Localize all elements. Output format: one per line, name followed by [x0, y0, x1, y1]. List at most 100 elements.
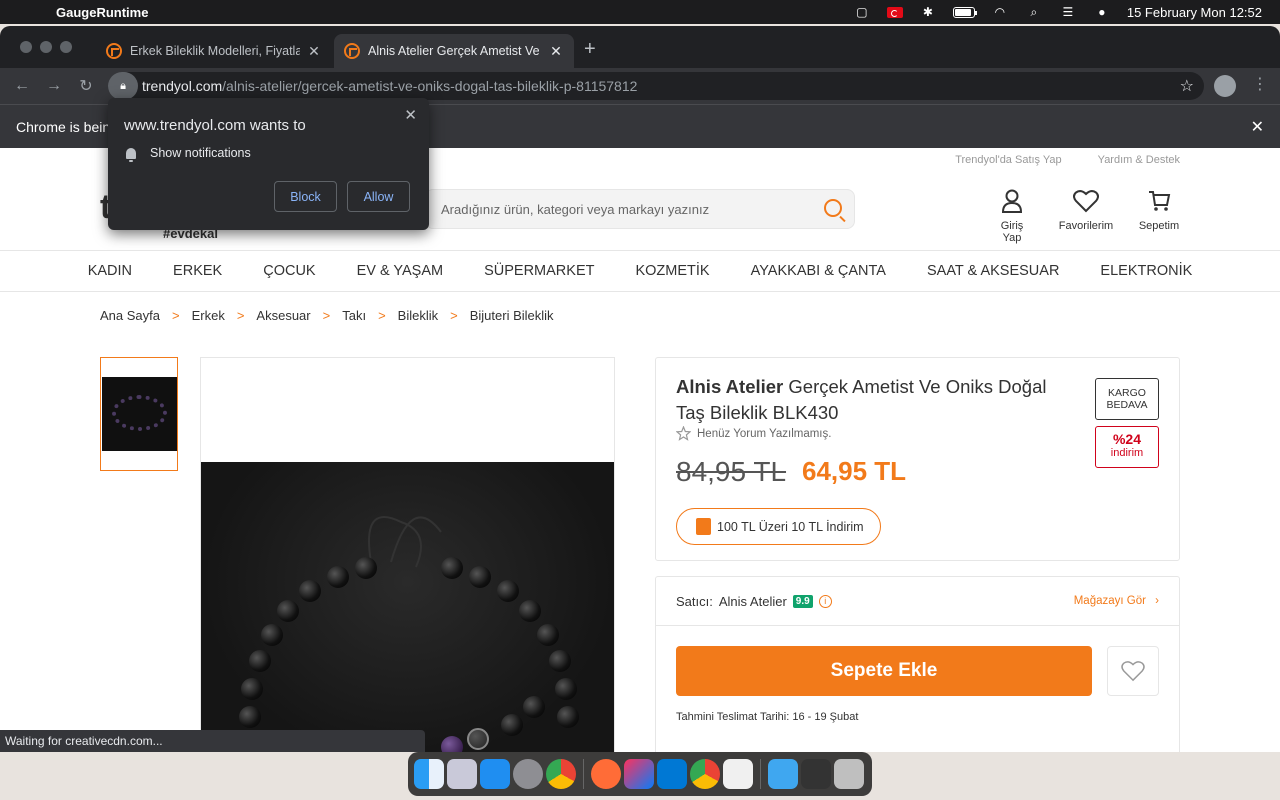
chrome-menu-icon[interactable]: ⋮ [1252, 74, 1268, 94]
wifi-icon[interactable]: ◠ [991, 5, 1009, 19]
category-kozmetik[interactable]: KOZMETİK [635, 263, 709, 279]
category-ayakkabi-canta[interactable]: AYAKKABI & ÇANTA [751, 263, 886, 279]
close-tab-icon[interactable]: ✕ [548, 43, 564, 60]
review-summary[interactable]: Henüz Yorum Yazılmamış. [676, 426, 831, 441]
close-window-button[interactable] [20, 41, 32, 53]
sale-price: 64,95 TL [802, 456, 907, 486]
search-input[interactable]: Aradığınız ürün, kategori veya markayı y… [425, 189, 855, 229]
seller-box: Satıcı: Alnis Atelier 9.9 i Mağazayı Gör… [655, 576, 1180, 752]
block-button[interactable]: Block [274, 181, 337, 212]
spotlight-search-icon[interactable]: ⌕ [1025, 5, 1043, 19]
close-popup-icon[interactable]: ✕ [404, 106, 417, 124]
chrome-icon[interactable] [546, 759, 576, 789]
battery-icon[interactable] [952, 6, 977, 18]
sell-on-trendyol-link[interactable]: Trendyol'da Satış Yap [955, 154, 1061, 166]
vscode-icon[interactable] [657, 759, 687, 789]
active-app-name[interactable]: GaugeRuntime [56, 5, 148, 20]
dock-separator [583, 759, 584, 789]
product-main-image[interactable] [200, 357, 615, 752]
free-shipping-line1: KARGO [1108, 387, 1146, 399]
info-icon[interactable]: i [818, 594, 832, 608]
breadcrumb: Ana Sayfa > Erkek > Aksesuar > Takı > Bi… [100, 308, 554, 323]
intellij-icon[interactable] [624, 759, 654, 789]
breadcrumb-item[interactable]: Bileklik [398, 308, 438, 323]
seller-score-badge: 9.9 [792, 594, 813, 608]
breadcrumb-item[interactable]: Takı [342, 308, 366, 323]
minimize-window-button[interactable] [40, 41, 52, 53]
seller-label: Satıcı: [676, 593, 713, 609]
user-icon [990, 188, 1034, 214]
category-cocuk[interactable]: ÇOCUK [263, 263, 315, 279]
login-action[interactable]: Giriş Yap [990, 188, 1034, 244]
search-placeholder: Aradığınız ürün, kategori veya markayı y… [441, 201, 710, 217]
favorites-action[interactable]: Favorilerim [1056, 188, 1116, 232]
cart-action[interactable]: Sepetim [1136, 188, 1182, 232]
category-elektronik[interactable]: ELEKTRONİK [1100, 263, 1192, 279]
downloads-folder-icon[interactable] [768, 759, 798, 789]
zoom-window-button[interactable] [60, 41, 72, 53]
control-center-icon[interactable]: ☰ [1059, 5, 1077, 19]
close-infobar-icon[interactable]: ✕ [1251, 117, 1264, 137]
browser-tab-2-active[interactable]: Alnis Atelier Gerçek Ametist Ve ✕ [334, 34, 574, 68]
new-tab-button[interactable]: + [584, 38, 596, 61]
category-ev-yasam[interactable]: EV & YAŞAM [357, 263, 444, 279]
permission-text: Show notifications [150, 146, 251, 160]
forward-arrow-icon[interactable]: → [38, 77, 70, 95]
url-host: trendyol.com [142, 78, 223, 94]
screenshot-stack-icon[interactable] [801, 759, 831, 789]
breadcrumb-item[interactable]: Ana Sayfa [100, 308, 160, 323]
add-to-cart-label: Sepete Ekle [830, 660, 938, 681]
view-store-link[interactable]: Mağazayı Gör › [1074, 595, 1159, 607]
breadcrumb-item[interactable]: Erkek [192, 308, 225, 323]
cart-icon [1136, 188, 1182, 214]
trash-icon[interactable] [834, 759, 864, 789]
view-store-label: Mağazayı Gör [1073, 595, 1146, 607]
promotion-pill[interactable]: 100 TL Üzeri 10 TL İndirim [676, 508, 881, 545]
close-tab-icon[interactable]: ✕ [306, 43, 322, 60]
category-erkek[interactable]: ERKEK [173, 263, 222, 279]
category-saat-aksesuar[interactable]: SAAT & AKSESUAR [927, 263, 1059, 279]
app-store-icon[interactable] [480, 759, 510, 789]
dock-separator [760, 759, 761, 789]
add-to-cart-button[interactable]: Sepete Ekle [676, 646, 1092, 696]
lock-icon[interactable]: 🔒︎ [108, 72, 138, 100]
finder-icon[interactable] [414, 759, 444, 789]
chrome-icon[interactable] [690, 759, 720, 789]
add-to-favorites-button[interactable] [1107, 646, 1159, 696]
window-controls [20, 41, 72, 53]
address-bar[interactable]: 🔒︎ trendyol.com/alnis-atelier/gercek-ame… [108, 72, 1204, 100]
back-arrow-icon[interactable]: ← [6, 77, 38, 95]
input-source-flag-icon[interactable] [886, 6, 903, 18]
breadcrumb-item[interactable]: Bijuteri Bileklik [470, 308, 554, 323]
screen-recording-icon[interactable]: ▢ [853, 5, 871, 19]
infobar-text: Chrome is bein [16, 118, 111, 135]
java-icon[interactable] [723, 759, 753, 789]
category-kadin[interactable]: KADIN [88, 263, 132, 279]
trendyol-favicon-icon [106, 43, 122, 59]
product-brand[interactable]: Alnis Atelier [676, 376, 783, 397]
seller-name[interactable]: Alnis Atelier [719, 594, 787, 609]
postman-icon[interactable] [591, 759, 621, 789]
search-icon[interactable] [824, 199, 842, 217]
profile-avatar-icon[interactable] [1214, 75, 1236, 97]
launchpad-icon[interactable] [447, 759, 477, 789]
menu-bar-status-area: ▢ ✱ ◠ ⌕ ☰ ● 15 February Mon 12:52 [853, 0, 1262, 24]
allow-button[interactable]: Allow [347, 181, 410, 212]
help-support-link[interactable]: Yardım & Destek [1098, 154, 1180, 166]
reload-icon[interactable]: ↻ [70, 76, 102, 96]
breadcrumb-item[interactable]: Aksesuar [256, 308, 310, 323]
bluetooth-icon[interactable]: ✱ [919, 5, 937, 19]
tab-title: Alnis Atelier Gerçek Ametist Ve [368, 44, 540, 58]
bookmark-star-icon[interactable]: ☆ [1180, 76, 1194, 96]
free-shipping-badge: KARGO BEDAVA [1095, 378, 1159, 420]
product-thumbnail[interactable] [100, 357, 178, 471]
browser-tab-1[interactable]: Erkek Bileklik Modelleri, Fiyatla ✕ [96, 34, 332, 68]
login-label: Giriş Yap [1000, 220, 1024, 244]
bracelet-thumbnail-image [102, 377, 177, 451]
heart-icon [1121, 661, 1145, 682]
system-preferences-icon[interactable] [513, 759, 543, 789]
category-supermarket[interactable]: SÜPERMARKET [484, 263, 594, 279]
siri-icon[interactable]: ● [1093, 5, 1111, 19]
chevron-right-icon: > [450, 308, 458, 323]
menu-bar-clock[interactable]: 15 February Mon 12:52 [1127, 5, 1262, 20]
